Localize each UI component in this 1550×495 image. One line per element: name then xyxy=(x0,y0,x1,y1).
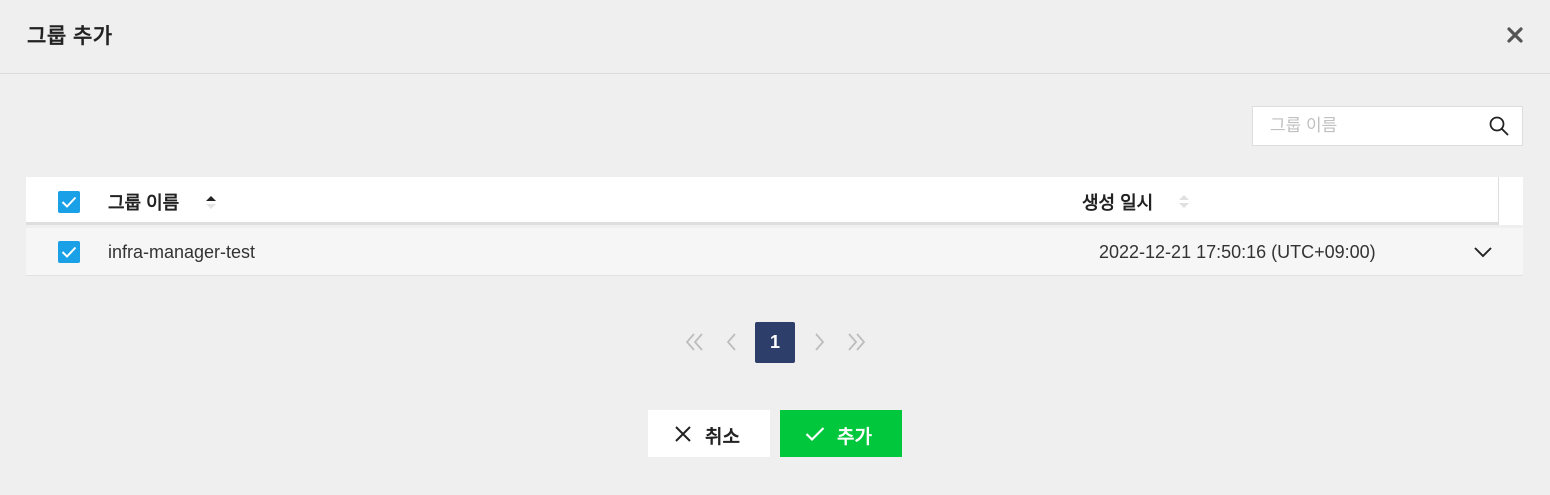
chevron-left-icon[interactable] xyxy=(720,322,744,362)
modal-header: 그룹 추가 xyxy=(0,0,1550,74)
row-checkbox[interactable] xyxy=(58,241,80,263)
column-header-group-name[interactable]: 그룹 이름 xyxy=(108,189,179,215)
x-icon xyxy=(674,425,692,443)
table-row[interactable]: infra-manager-test 2022-12-21 17:50:16 (… xyxy=(26,228,1523,276)
table-header-spacer xyxy=(1498,177,1523,225)
cancel-button[interactable]: 취소 xyxy=(648,410,770,457)
column-header-created-at[interactable]: 생성 일시 xyxy=(1082,189,1153,215)
double-chevron-right-icon[interactable] xyxy=(844,322,868,362)
modal-title: 그룹 추가 xyxy=(27,25,113,48)
table-header: 그룹 이름 생성 일시 xyxy=(26,177,1498,225)
sort-icon[interactable] xyxy=(1178,191,1190,211)
double-chevron-left-icon[interactable] xyxy=(683,322,707,362)
created-at-cell: 2022-12-21 17:50:16 (UTC+09:00) xyxy=(1099,242,1376,262)
page-1-button[interactable]: 1 xyxy=(755,322,795,363)
select-all-checkbox[interactable] xyxy=(58,191,80,213)
group-name-cell: infra-manager-test xyxy=(108,242,256,262)
chevron-down-icon[interactable] xyxy=(1472,241,1494,263)
cancel-button-label: 취소 xyxy=(705,427,740,448)
search-input[interactable] xyxy=(1253,107,1483,145)
search-box xyxy=(1252,106,1523,146)
chevron-right-icon[interactable] xyxy=(807,322,831,362)
add-button-label: 추가 xyxy=(837,427,872,448)
sort-asc-icon[interactable] xyxy=(205,191,217,211)
group-table: 그룹 이름 생성 일시 infra-manager-test 2022-12-2… xyxy=(26,177,1524,277)
check-icon xyxy=(805,425,825,443)
search-icon[interactable] xyxy=(1488,115,1510,137)
close-icon[interactable] xyxy=(1502,22,1528,48)
add-button[interactable]: 추가 xyxy=(780,410,902,457)
